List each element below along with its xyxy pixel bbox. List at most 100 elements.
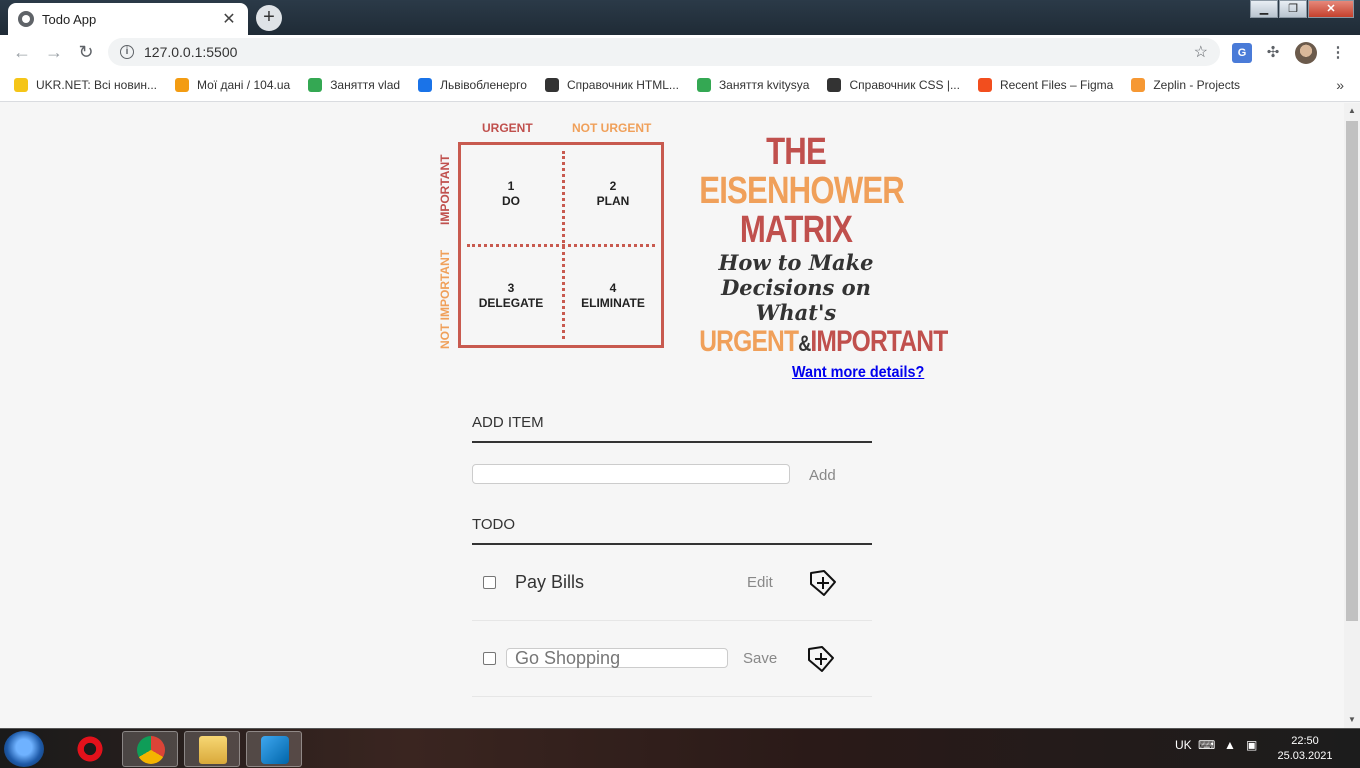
quadrant-eliminate: 4 ELIMINATE — [563, 281, 663, 311]
back-icon[interactable]: ← — [6, 42, 38, 63]
vscode-icon — [261, 736, 289, 764]
headline-important-word: IMPORTANT — [810, 325, 948, 358]
bookmarks-bar: UKR.NET: Всі новин... Мої дані / 104.ua За… — [0, 69, 1360, 102]
add-button[interactable]: Add — [809, 467, 836, 484]
new-tab-button[interactable]: + — [256, 5, 282, 31]
tag-add-icon[interactable] — [807, 567, 839, 599]
system-clock[interactable]: 22:50 25.03.2021 — [1270, 734, 1340, 764]
taskbar-chrome[interactable] — [122, 731, 178, 767]
eisenhower-matrix-image: URGENT NOT URGENT IMPORTANT NOT IMPORTAN… — [436, 117, 676, 357]
bookmark-item[interactable]: UKR.NET: Всі новин... — [14, 78, 157, 92]
page-content: URGENT NOT URGENT IMPORTANT NOT IMPORTAN… — [0, 103, 1344, 728]
matrix-divider-horizontal — [467, 244, 655, 247]
tray-expand-icon[interactable]: ▲ — [1224, 738, 1236, 752]
start-button[interactable] — [4, 731, 44, 767]
clock-time: 22:50 — [1291, 735, 1319, 747]
matrix-not-important-label: NOT IMPORTANT — [438, 249, 452, 349]
headline-urgent-word: URGENT — [699, 325, 799, 358]
todo-item: Go Shopping Save — [472, 621, 872, 697]
todo-heading: TODO — [472, 516, 872, 545]
bookmark-favicon-icon — [696, 78, 711, 92]
keyboard-icon[interactable]: ⌨ — [1198, 738, 1215, 752]
maximize-button[interactable]: ❐ — [1279, 0, 1307, 18]
close-tab-icon[interactable]: ✕ — [220, 9, 238, 29]
taskbar-vscode[interactable] — [246, 731, 302, 767]
info-icon[interactable]: i — [120, 45, 134, 59]
edit-button[interactable]: Edit — [747, 574, 773, 591]
headline-ampersand: & — [798, 331, 811, 356]
chrome-icon — [137, 736, 165, 764]
address-bar[interactable]: i 127.0.0.1:5500 ☆ — [108, 38, 1220, 66]
network-icon[interactable]: ▣ — [1246, 738, 1257, 752]
browser-tab[interactable]: Todo App ✕ — [8, 3, 248, 35]
bookmark-favicon-icon — [977, 78, 992, 92]
scroll-down-arrow-icon[interactable]: ▼ — [1344, 712, 1360, 728]
bookmark-item[interactable]: Справочник CSS |... — [827, 78, 960, 92]
bookmark-favicon-icon — [827, 78, 842, 92]
bookmark-favicon-icon — [418, 78, 433, 92]
bookmark-item[interactable]: Zeplin - Projects — [1131, 78, 1240, 92]
quadrant-label: ELIMINATE — [581, 296, 645, 310]
bookmark-item[interactable]: Львівобленерго — [418, 78, 527, 92]
quadrant-plan: 2 PLAN — [563, 179, 663, 209]
matrix-important-label: IMPORTANT — [438, 154, 452, 225]
headline-the: THE — [766, 131, 827, 173]
add-item-input[interactable] — [472, 464, 790, 484]
bookmark-item[interactable]: Recent Files – Figma — [977, 78, 1114, 92]
todo-item: Pay Bills Edit — [472, 545, 872, 621]
todo-checkbox[interactable] — [483, 652, 496, 665]
bookmark-label: Recent Files – Figma — [999, 78, 1114, 92]
profile-avatar[interactable] — [1295, 42, 1317, 64]
scroll-thumb[interactable] — [1346, 121, 1358, 621]
tag-add-icon[interactable] — [805, 643, 837, 675]
menu-kebab-icon[interactable]: ⋮ — [1328, 43, 1348, 63]
bookmark-favicon-icon — [14, 78, 28, 92]
extensions-puzzle-icon[interactable]: ✣ — [1263, 43, 1283, 63]
headline-matrix: MATRIX — [739, 209, 853, 251]
quadrant-number: 1 — [507, 179, 515, 193]
bookmark-label: Мої дані / 104.ua — [197, 78, 291, 92]
taskbar-explorer[interactable] — [184, 731, 240, 767]
page-scrollbar[interactable]: ▲ ▼ — [1344, 103, 1360, 728]
bookmark-label: Справочник HTML... — [566, 78, 679, 92]
quadrant-number: 4 — [609, 281, 617, 295]
scroll-up-arrow-icon[interactable]: ▲ — [1344, 103, 1360, 119]
bookmark-star-icon[interactable]: ☆ — [1194, 42, 1208, 62]
bookmark-item[interactable]: Мої дані / 104.ua — [175, 78, 290, 92]
bookmark-item[interactable]: Справочник HTML... — [544, 78, 679, 92]
forward-icon[interactable]: → — [38, 42, 70, 63]
opera-icon — [76, 735, 104, 763]
reload-icon[interactable]: ↻ — [70, 42, 102, 63]
todo-item-text: Pay Bills — [515, 572, 585, 592]
more-details-link[interactable]: Want more details? — [792, 364, 924, 382]
globe-icon — [18, 11, 34, 27]
minimize-button[interactable]: ▁ — [1250, 0, 1278, 18]
bookmark-label: UKR.NET: Всі новин... — [36, 78, 158, 92]
window-controls: ▁ ❐ ✕ — [1249, 0, 1354, 18]
bookmark-label: Львівобленерго — [440, 78, 527, 92]
tab-title: Todo App — [42, 11, 97, 27]
todo-checkbox[interactable] — [483, 576, 496, 589]
bookmark-item[interactable]: Заняття vlad — [308, 78, 400, 92]
translate-extension-icon[interactable]: G — [1232, 43, 1252, 63]
url-text: 127.0.0.1:5500 — [144, 44, 238, 60]
bookmark-label: Заняття vlad — [330, 78, 401, 92]
bookmark-item[interactable]: Заняття kvitysya — [696, 78, 809, 92]
browser-titlebar: Todo App ✕ + ▁ ❐ ✕ — [0, 0, 1360, 35]
save-button[interactable]: Save — [743, 650, 777, 667]
bookmark-label: Zeplin - Projects — [1153, 78, 1241, 92]
headline-urgent-important: URGENT&IMPORTANT — [699, 325, 948, 361]
todo-edit-input[interactable]: Go Shopping — [506, 648, 728, 668]
add-item-heading: ADD ITEM — [472, 414, 872, 443]
close-window-button[interactable]: ✕ — [1308, 0, 1354, 18]
headline-eisenhower: EISENHOWER — [699, 170, 905, 212]
clock-date: 25.03.2021 — [1277, 750, 1333, 762]
taskbar-opera[interactable] — [62, 731, 118, 767]
folder-icon — [199, 736, 227, 764]
bookmarks-more-icon[interactable]: » — [1336, 77, 1344, 93]
quadrant-label: PLAN — [596, 194, 630, 208]
language-indicator[interactable]: UK — [1175, 738, 1192, 752]
bookmark-label: Справочник CSS |... — [849, 78, 960, 92]
quadrant-label: DELEGATE — [478, 296, 544, 310]
bookmark-favicon-icon — [308, 78, 323, 92]
